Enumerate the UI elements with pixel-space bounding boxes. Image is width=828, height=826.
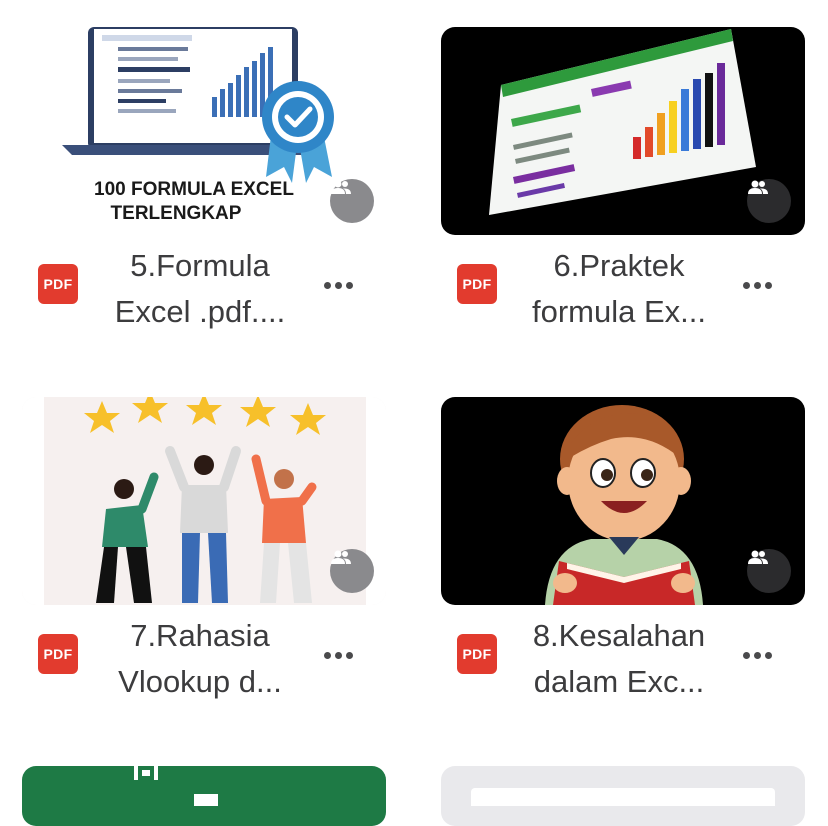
more-horizontal-icon	[323, 281, 331, 289]
star-icons	[84, 397, 326, 435]
pdf-icon: PDF	[457, 634, 497, 674]
shared-badge	[330, 179, 374, 223]
shared-badge	[330, 549, 374, 593]
more-horizontal-icon	[742, 281, 750, 289]
file-thumbnail-4[interactable]	[441, 397, 805, 605]
more-options-button[interactable]	[318, 267, 358, 303]
more-horizontal-icon	[323, 651, 331, 659]
pdf-icon: PDF	[38, 634, 78, 674]
file-info-row-1: PDF 5.Formula Excel .pdf....	[22, 243, 386, 333]
more-options-button[interactable]	[318, 637, 358, 673]
shared-badge	[747, 179, 791, 223]
people-icon	[331, 550, 351, 564]
more-options-button[interactable]	[737, 637, 777, 673]
people-icon	[748, 550, 768, 564]
file-name[interactable]: 7.Rahasia Vlookup d...	[100, 613, 300, 705]
document-preview-partial	[471, 788, 775, 806]
shared-badge	[747, 549, 791, 593]
file-info-row-2: PDF 6.Praktek formula Ex...	[441, 243, 805, 333]
file-info-row-3: PDF 7.Rahasia Vlookup d...	[22, 613, 386, 703]
thumbnail-title-line1: 100 FORMULA EXCEL	[94, 179, 294, 200]
excel-logo-partial	[134, 766, 218, 806]
file-info-row-4: PDF 8.Kesalahan dalam Exc...	[441, 613, 805, 703]
certified-badge-icon	[262, 81, 334, 183]
file-thumbnail-3[interactable]	[22, 397, 386, 605]
file-thumbnail-5[interactable]	[22, 766, 386, 826]
thumbnail-title-line2: TERLENGKAP	[111, 203, 242, 224]
file-name[interactable]: 5.Formula Excel .pdf....	[100, 243, 300, 335]
people-icon	[748, 180, 768, 194]
file-thumbnail-1[interactable]: 100 FORMULA EXCEL TERLENGKAP	[22, 27, 386, 235]
pdf-icon: PDF	[38, 264, 78, 304]
people-icon	[331, 180, 351, 194]
pdf-icon: PDF	[457, 264, 497, 304]
more-horizontal-icon	[742, 651, 750, 659]
file-thumbnail-6[interactable]	[441, 766, 805, 826]
file-thumbnail-2[interactable]	[441, 27, 805, 235]
file-name[interactable]: 8.Kesalahan dalam Exc...	[519, 613, 719, 705]
file-name[interactable]: 6.Praktek formula Ex...	[519, 243, 719, 335]
more-options-button[interactable]	[737, 267, 777, 303]
